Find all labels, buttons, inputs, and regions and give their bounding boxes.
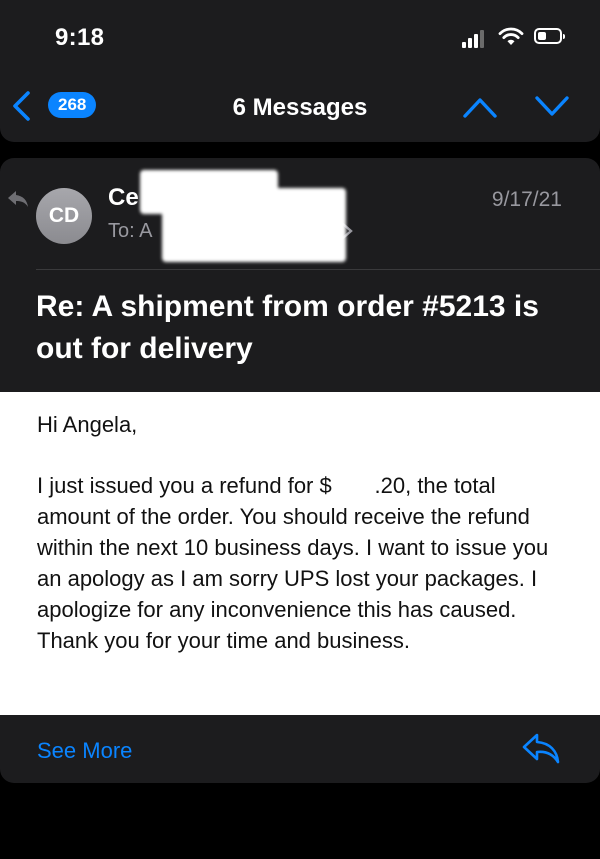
chevron-down-icon [535,96,569,116]
battery-icon [534,28,565,44]
message-subject: Re: A shipment from order #5213 is out f… [36,290,539,365]
sender-name[interactable]: Ce [108,184,139,212]
message-date: 9/17/21 [491,188,562,211]
body-text: I just issued you a refund for $ .20, th… [37,473,549,653]
reply-icon [522,733,560,764]
previous-message-button[interactable] [462,92,498,122]
see-more-link[interactable]: See More [37,738,132,764]
message-body: Hi Angela, I just issued you a refund fo… [0,392,600,715]
redaction-mark [162,188,346,262]
status-time: 9:18 [55,24,105,51]
wifi-icon [498,27,524,45]
replied-indicator-icon [8,191,28,207]
nav-bar: 268 6 Messages [0,70,600,142]
chevron-up-icon [463,98,497,118]
next-message-button[interactable] [534,92,570,122]
greeting: Hi Angela, [37,412,138,437]
header-divider [36,269,600,270]
status-bar: 9:18 [0,0,600,70]
message-card: CD Ce To: A 9/17/21 Re: A shipment from … [0,158,600,783]
signal-icon [462,28,490,48]
recipient-line[interactable]: To: A [108,220,152,243]
reply-button[interactable] [520,730,562,766]
avatar[interactable]: CD [36,188,92,244]
nav-title: 6 Messages [232,94,368,121]
